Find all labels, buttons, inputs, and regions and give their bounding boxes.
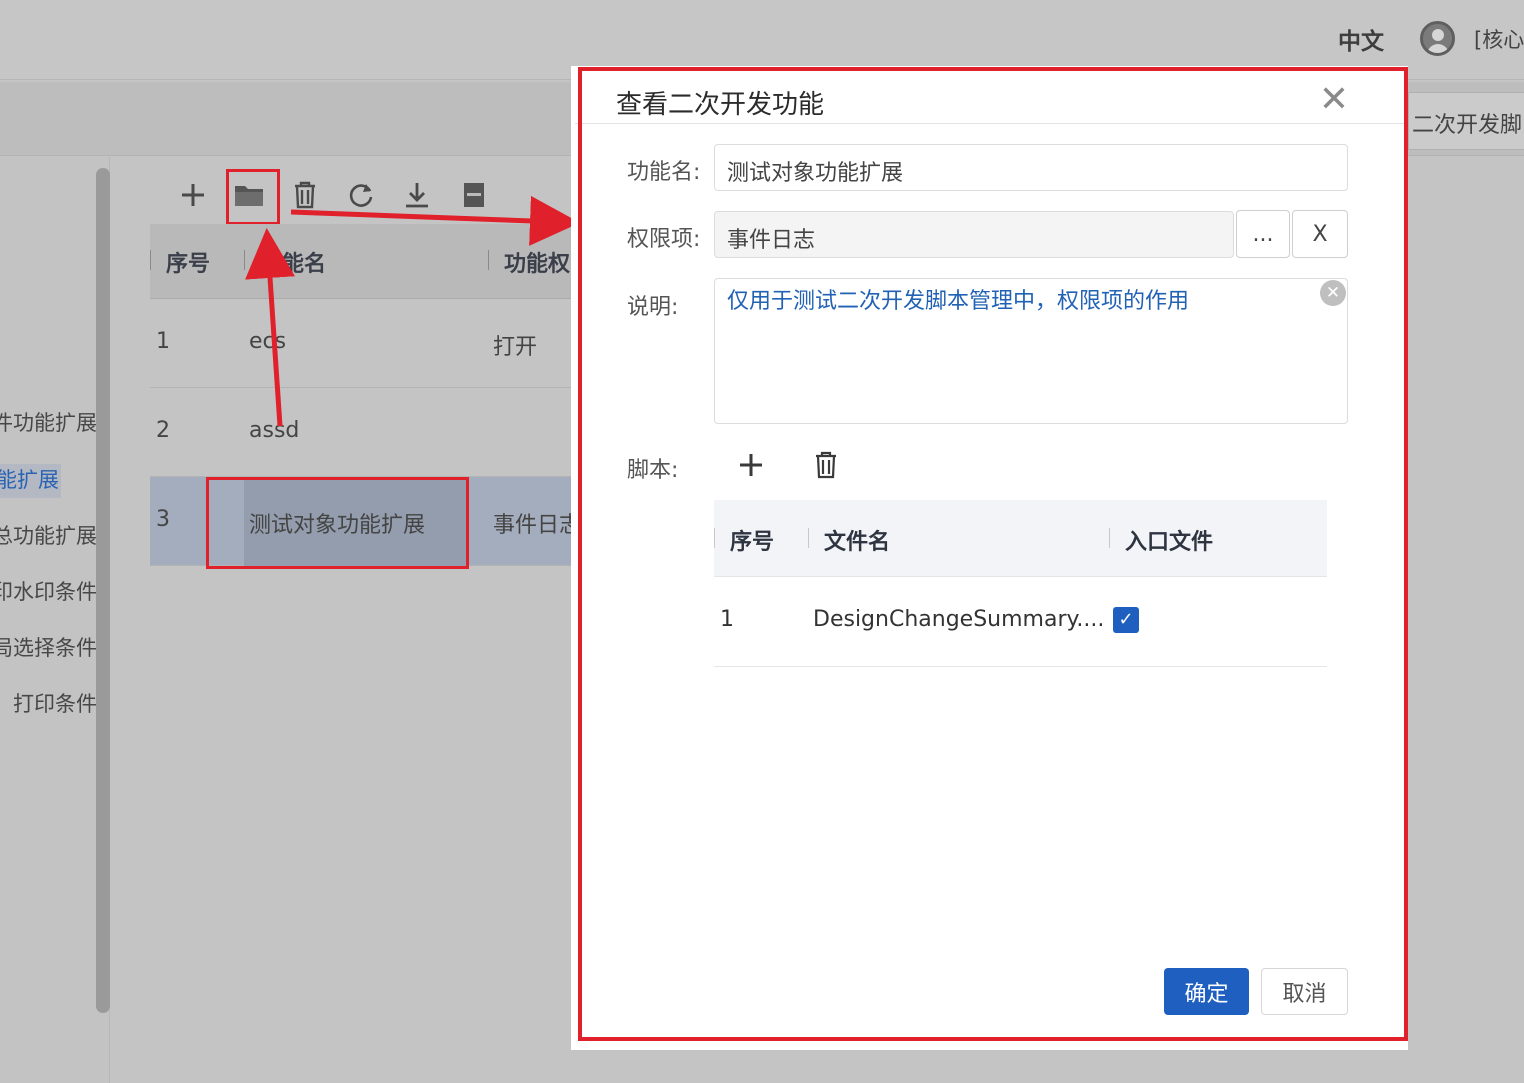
cancel-button[interactable]: 取消 [1261,968,1348,1015]
delete-icon[interactable] [288,178,322,212]
column-header[interactable]: 功能名 [260,246,326,278]
function-name-label: 功能名: [627,160,701,185]
close-icon[interactable]: ✕ [1316,80,1352,120]
table-row[interactable]: 2 assd [150,388,572,477]
dialog-title: 查看二次开发功能 [616,90,825,120]
user-name[interactable]: [核心 [1474,24,1524,54]
nav-scrollbar[interactable] [96,168,110,1013]
clear-text-icon[interactable]: ✕ [1320,280,1346,306]
archive-icon[interactable] [457,178,491,212]
row-permission: 事件日志 [493,513,582,538]
add-icon[interactable] [176,178,210,212]
script-filename: DesignChangeSummary.... [813,607,1105,632]
row-index: 3 [156,507,170,532]
user-avatar-icon[interactable] [1420,21,1455,56]
row-name: ecs [249,329,287,354]
permission-clear-button[interactable]: X [1292,210,1348,258]
column-header[interactable]: 功能权 [504,246,570,278]
permission-field[interactable]: 事件日志 [714,211,1234,258]
permission-select-button[interactable]: ... [1236,210,1290,258]
confirm-button[interactable]: 确定 [1164,968,1249,1015]
script-label: 脚本: [627,458,679,483]
table-row[interactable]: 1 ecs 打开 [150,299,572,388]
table-row[interactable]: 1 DesignChangeSummary.... [714,577,1327,667]
download-icon[interactable] [400,178,434,212]
table-header: 序号 功能名 功能权 [150,224,572,299]
nav-item-active[interactable]: 能扩展 [0,464,61,498]
tab-script-management[interactable]: 二次开发脚 [1408,92,1524,150]
delete-script-icon[interactable] [809,448,843,482]
row-name: assd [249,418,300,443]
dialog-divider [575,123,1405,124]
entry-file-checkbox[interactable]: ✓ [1113,607,1139,633]
annotation-box-row [206,477,469,569]
nav-item[interactable]: 件功能扩展 [0,407,97,437]
column-header[interactable]: 入口文件 [1125,524,1213,556]
left-nav: 件功能扩展 能扩展 总功能扩展 印水印条件 局选择条件 打印条件 [0,157,110,1083]
row-index: 1 [156,329,170,354]
function-name-field[interactable]: 测试对象功能扩展 [714,144,1348,191]
language-switch[interactable]: 中文 [1338,22,1384,56]
add-script-icon[interactable] [734,448,768,482]
column-header[interactable]: 文件名 [824,524,890,556]
permission-label: 权限项: [627,227,701,252]
nav-item[interactable]: 总功能扩展 [0,520,97,550]
script-table-header: 序号 文件名 入口文件 [714,500,1327,577]
description-label: 说明: [627,295,679,320]
column-header[interactable]: 序号 [730,524,774,556]
nav-item[interactable]: 局选择条件 [0,632,97,662]
nav-item[interactable]: 印水印条件 [0,576,97,606]
description-textarea[interactable]: 仅用于测试二次开发脚本管理中，权限项的作用 [714,278,1348,424]
row-index: 2 [156,418,170,443]
row-permission: 打开 [493,335,538,360]
refresh-icon[interactable] [344,178,378,212]
script-index: 1 [720,607,734,632]
nav-item[interactable]: 打印条件 [13,688,97,718]
column-header[interactable]: 序号 [166,246,210,278]
script-table: 序号 文件名 入口文件 1 DesignChangeSummary.... [714,500,1327,667]
annotation-box-folder [226,169,280,225]
arrow-folder-to-dialog [290,195,580,246]
